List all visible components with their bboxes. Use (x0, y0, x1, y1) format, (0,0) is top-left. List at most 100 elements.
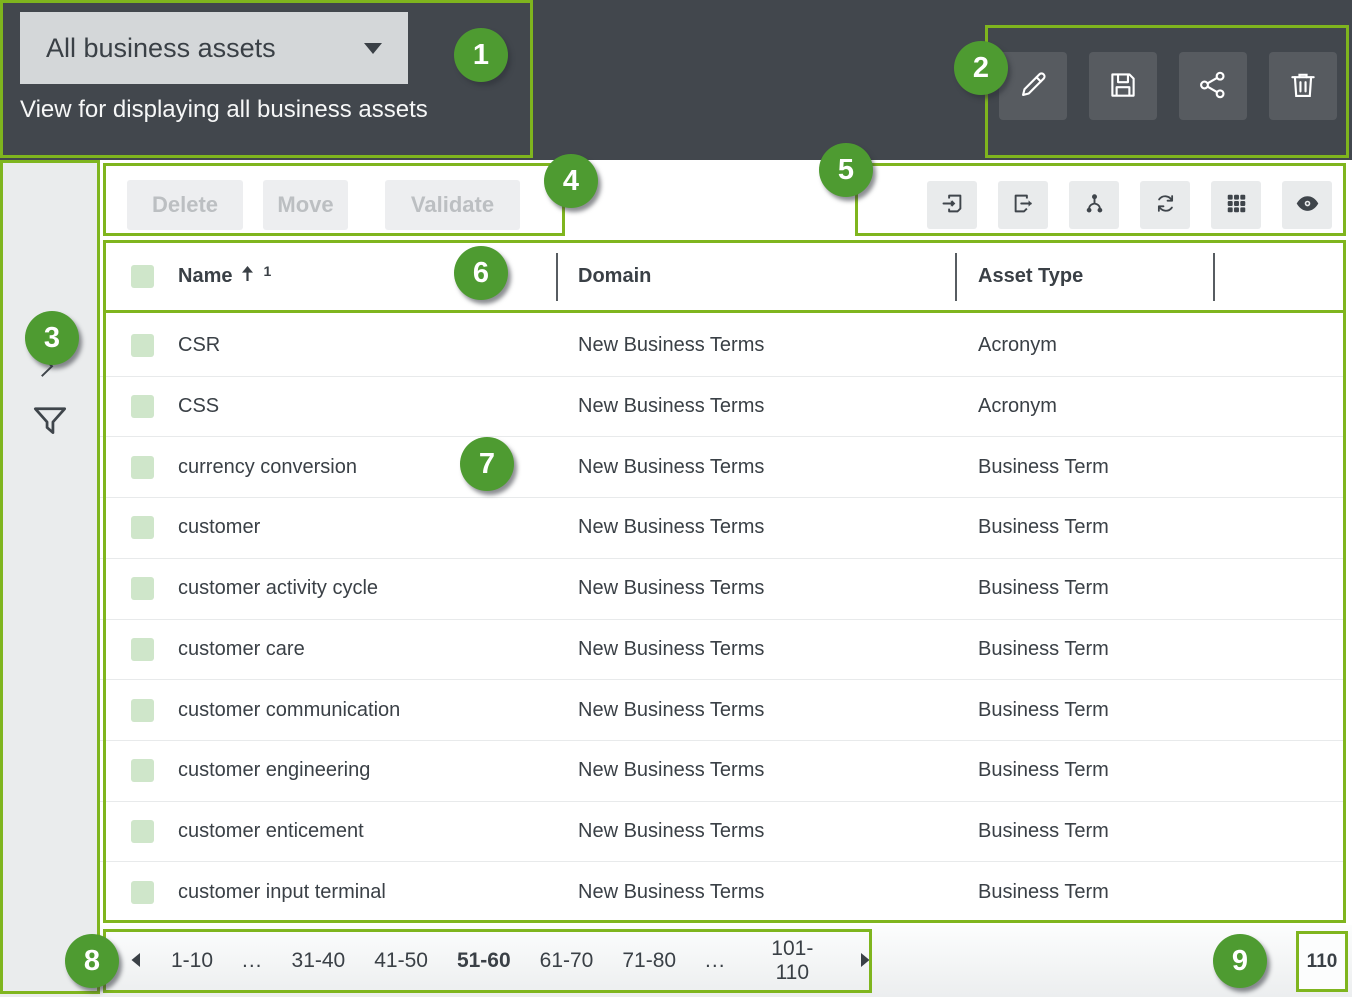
move-button[interactable]: Move (263, 180, 348, 230)
cell-name[interactable]: customer activity cycle (178, 577, 578, 600)
table-header-row: Name 1 Domain Asset Type (100, 240, 1346, 313)
export-button[interactable] (998, 181, 1048, 229)
cell-domain[interactable]: New Business Terms (578, 395, 978, 418)
grid-icon (1223, 190, 1250, 220)
previous-page-arrow[interactable] (129, 952, 142, 971)
page-link[interactable]: 71-80 (622, 949, 676, 973)
view-options-button[interactable] (1282, 181, 1332, 229)
table-row[interactable]: customer engineering New Business Terms … (100, 741, 1346, 802)
column-header-name[interactable]: Name 1 (178, 265, 578, 288)
hierarchy-tree-icon (1081, 190, 1108, 220)
expand-panel-button[interactable] (28, 348, 64, 386)
cell-domain[interactable]: New Business Terms (578, 516, 978, 539)
share-icon (1196, 68, 1230, 105)
row-checkbox[interactable] (131, 820, 154, 843)
view-action-bar (999, 52, 1337, 120)
cell-asset-type: Acronym (978, 395, 1213, 418)
column-header-asset-type[interactable]: Asset Type (978, 265, 1213, 288)
cell-domain[interactable]: New Business Terms (578, 759, 978, 782)
view-selector-label: All business assets (46, 33, 276, 64)
pencil-icon (1016, 68, 1050, 105)
cell-name[interactable]: CSR (178, 334, 578, 357)
delete-button[interactable]: Delete (127, 180, 243, 230)
table-row[interactable]: customer communication New Business Term… (100, 680, 1346, 741)
cell-name[interactable]: customer (178, 516, 578, 539)
arrow-left-icon (129, 952, 142, 971)
page-link-current[interactable]: 51-60 (457, 949, 511, 973)
table-row[interactable]: CSS New Business Terms Acronym (100, 377, 1346, 438)
table-row[interactable]: customer activity cycle New Business Ter… (100, 559, 1346, 620)
cell-asset-type: Business Term (978, 881, 1213, 904)
cell-domain[interactable]: New Business Terms (578, 334, 978, 357)
select-all-checkbox[interactable] (131, 265, 154, 288)
share-view-button[interactable] (1179, 52, 1247, 120)
cell-name[interactable]: customer communication (178, 699, 578, 722)
row-checkbox[interactable] (131, 395, 154, 418)
row-checkbox[interactable] (131, 516, 154, 539)
import-icon (939, 190, 966, 220)
row-checkbox[interactable] (131, 881, 154, 904)
app-window: All business assets View for displaying … (0, 0, 1352, 997)
row-checkbox[interactable] (131, 638, 154, 661)
next-page-arrow[interactable] (859, 952, 872, 971)
chevron-right-icon (29, 372, 63, 387)
table-row[interactable]: customer enticement New Business Terms B… (100, 802, 1346, 863)
save-view-button[interactable] (1089, 52, 1157, 120)
table-row[interactable]: CSR New Business Terms Acronym (100, 316, 1346, 377)
export-icon (1010, 190, 1037, 220)
page-link[interactable]: 101-110 (755, 937, 830, 985)
hierarchy-button[interactable] (1069, 181, 1119, 229)
cell-name[interactable]: customer engineering (178, 759, 578, 782)
filter-button[interactable] (26, 400, 74, 446)
cell-name[interactable]: customer input terminal (178, 881, 578, 904)
save-icon (1106, 68, 1140, 105)
cell-name[interactable]: customer care (178, 638, 578, 661)
table-row[interactable]: customer New Business Terms Business Ter… (100, 498, 1346, 559)
row-checkbox[interactable] (131, 334, 154, 357)
table-row[interactable]: customer care New Business Terms Busines… (100, 620, 1346, 681)
row-checkbox[interactable] (131, 759, 154, 782)
validate-button[interactable]: Validate (385, 180, 520, 230)
table-row[interactable]: currency conversion New Business Terms B… (100, 437, 1346, 498)
page-ellipsis: ... (242, 949, 263, 973)
chevron-down-icon (364, 43, 382, 54)
row-checkbox[interactable] (131, 699, 154, 722)
cell-asset-type: Business Term (978, 516, 1213, 539)
filter-funnel-icon (27, 432, 73, 447)
cell-name[interactable]: customer enticement (178, 820, 578, 843)
column-header-domain[interactable]: Domain (578, 265, 978, 288)
import-button[interactable] (927, 181, 977, 229)
view-subtitle: View for displaying all business assets (20, 96, 428, 124)
cell-domain[interactable]: New Business Terms (578, 699, 978, 722)
edit-view-button[interactable] (999, 52, 1067, 120)
page-link[interactable]: 41-50 (374, 949, 428, 973)
columns-button[interactable] (1211, 181, 1261, 229)
total-count: 110 (1296, 931, 1348, 992)
delete-view-button[interactable] (1269, 52, 1337, 120)
arrow-right-icon (859, 952, 872, 971)
trash-icon (1286, 68, 1320, 105)
column-divider[interactable] (955, 253, 957, 301)
row-checkbox[interactable] (131, 577, 154, 600)
column-divider[interactable] (556, 253, 558, 301)
cell-domain[interactable]: New Business Terms (578, 881, 978, 904)
cell-domain[interactable]: New Business Terms (578, 577, 978, 600)
annotation-circle-4: 4 (544, 154, 598, 208)
view-selector-dropdown[interactable]: All business assets (20, 12, 408, 84)
cell-asset-type: Business Term (978, 577, 1213, 600)
cell-domain[interactable]: New Business Terms (578, 456, 978, 479)
page-link[interactable]: 61-70 (540, 949, 594, 973)
row-checkbox[interactable] (131, 456, 154, 479)
page-link[interactable]: 31-40 (292, 949, 346, 973)
page-link[interactable]: 1-10 (171, 949, 213, 973)
column-divider[interactable] (1213, 253, 1215, 301)
cell-asset-type: Business Term (978, 456, 1213, 479)
cell-name[interactable]: currency conversion (178, 456, 578, 479)
cell-asset-type: Acronym (978, 334, 1213, 357)
table-row[interactable]: customer input terminal New Business Ter… (100, 862, 1346, 922)
refresh-button[interactable] (1140, 181, 1190, 229)
cell-domain[interactable]: New Business Terms (578, 820, 978, 843)
eye-icon (1294, 190, 1321, 220)
cell-name[interactable]: CSS (178, 395, 578, 418)
cell-domain[interactable]: New Business Terms (578, 638, 978, 661)
